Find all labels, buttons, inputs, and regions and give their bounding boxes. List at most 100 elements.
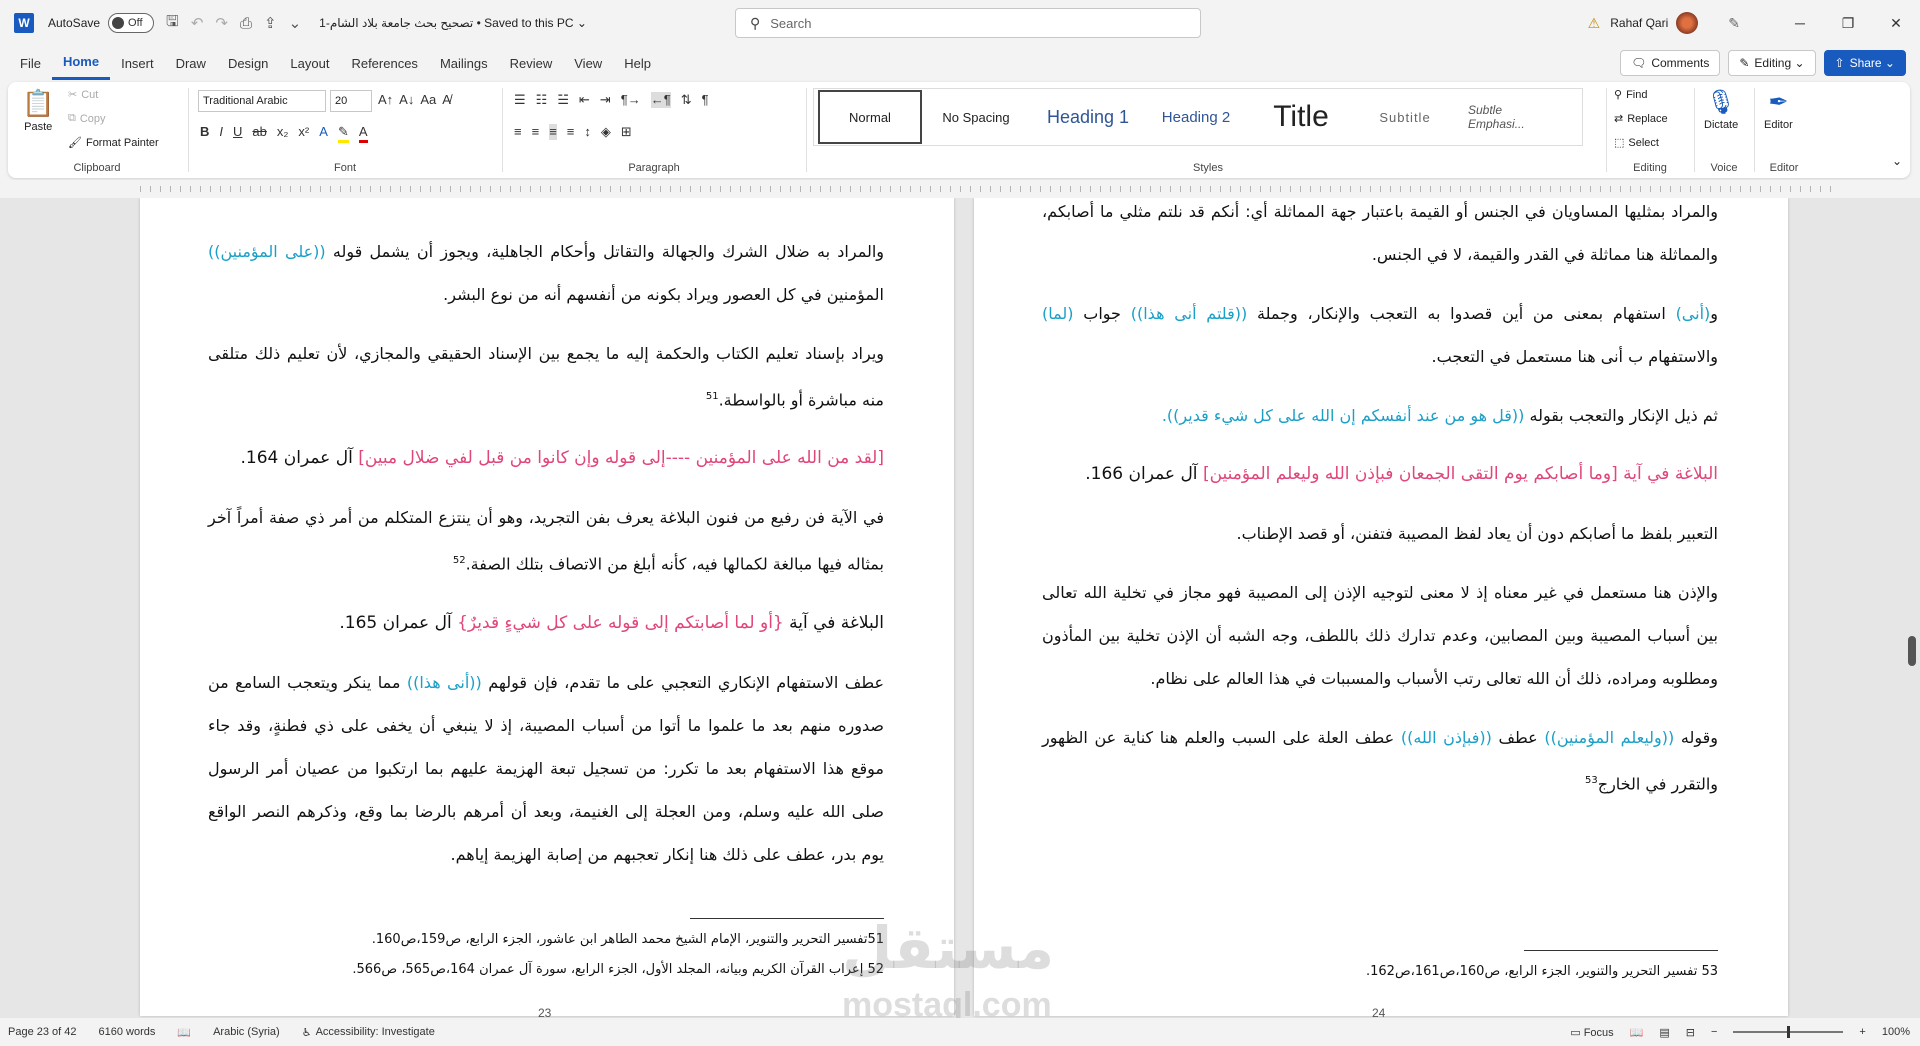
shading-icon[interactable]: ◈ [601,124,611,140]
align-right-icon[interactable]: ≡ [549,124,557,140]
find-button[interactable]: ⚲ Find [1614,88,1647,102]
zoom-out-icon[interactable]: − [1711,1026,1717,1038]
page-23-body[interactable]: والمراد به ضلال الشرك والجهالة والتقاتل … [208,230,884,892]
multilevel-list-icon[interactable]: ☱ [557,92,569,108]
page-24[interactable]: والمراد بمثليها المساويان في الجنس أو ال… [974,198,1788,1018]
accessibility-status[interactable]: Accessibility: Investigate [316,1026,435,1038]
decrease-indent-icon[interactable]: ⇤ [579,92,590,108]
vertical-scrollbar-thumb[interactable] [1908,636,1916,666]
comments-button[interactable]: 🗨 Comments [1620,50,1721,76]
font-size-select[interactable]: 20 [330,90,372,112]
footnote-ref[interactable]: 51 [706,391,719,402]
paragraph[interactable]: ثم ذيل الإنكار والتعجب بقوله ((قل هو من … [1042,394,1718,437]
web-layout-icon[interactable]: ⊟ [1686,1026,1695,1039]
page-24-body[interactable]: والمراد بمثليها المساويان في الجنس أو ال… [1042,198,1718,821]
read-mode-icon[interactable]: 📖 [1630,1026,1644,1039]
minimize-icon[interactable]: ─ [1776,15,1824,31]
numbering-icon[interactable]: ☷ [536,92,548,108]
zoom-level[interactable]: 100% [1882,1026,1910,1038]
highlight-icon[interactable]: ✎ [337,124,349,143]
page-23[interactable]: والمراد به ضلال الشرك والجهالة والتقاتل … [140,198,954,1018]
paragraph[interactable]: البلاغة في آية [وما أصابكم يوم التقى الج… [1042,453,1718,496]
save-icon[interactable]: 🖫 [166,11,179,36]
paste-button[interactable]: 📋 Paste [22,88,54,133]
tab-help[interactable]: Help [613,46,662,80]
designer-pen-icon[interactable]: ✎ [1728,15,1740,32]
document-canvas[interactable]: والمراد به ضلال الشرك والجهالة والتقاتل … [0,198,1920,1018]
close-icon[interactable]: ✕ [1872,15,1920,32]
superscript-icon[interactable]: x² [298,124,309,143]
justify-icon[interactable]: ≡ [567,124,575,140]
clear-formatting-icon[interactable]: A̸ [442,92,451,107]
print-layout-icon[interactable]: ▤ [1659,1026,1669,1039]
footnote-ref[interactable]: 52 [453,555,466,566]
paragraph[interactable]: والمراد به ضلال الشرك والجهالة والتقاتل … [208,230,884,316]
proofing-icon[interactable]: 📖 [177,1026,191,1039]
subscript-icon[interactable]: x₂ [277,124,289,143]
tab-layout[interactable]: Layout [279,46,340,80]
footnote-52[interactable]: 52 إعراب القرآن الكريم وبيانه، المجلد ال… [208,962,884,977]
warning-icon[interactable]: ⚠ [1588,15,1601,32]
tab-design[interactable]: Design [217,46,279,80]
zoom-slider[interactable] [1733,1026,1844,1038]
tab-draw[interactable]: Draw [165,46,217,80]
replace-button[interactable]: ⇄ Replace [1614,112,1668,126]
font-family-select[interactable]: Traditional Arabic [198,90,326,112]
footnote-53[interactable]: 53 تفسير التحرير والتنوير، الجزء الرابع،… [1042,964,1718,979]
autosave-toggle[interactable]: Off [108,13,155,33]
tab-review[interactable]: Review [499,46,564,80]
increase-indent-icon[interactable]: ⇥ [600,92,611,108]
bullets-icon[interactable]: ☰ [514,92,526,108]
shrink-font-icon[interactable]: A↓ [399,92,414,107]
user-name[interactable]: Rahaf Qari [1610,16,1668,30]
paragraph[interactable]: البلاغة في آية {أو لما أصابتكم إلى قوله … [208,602,884,645]
collapse-ribbon-icon[interactable]: ⌄ [1892,154,1902,168]
paragraph[interactable]: عطف الاستفهام الإنكاري التعجبي على ما تق… [208,661,884,876]
search-box[interactable]: ⚲ Search [735,8,1201,38]
line-spacing-icon[interactable]: ↕ [584,124,591,140]
tab-file[interactable]: File [9,46,52,80]
zoom-in-icon[interactable]: + [1859,1026,1865,1038]
ltr-icon[interactable]: ¶→ [621,92,641,108]
underline-icon[interactable]: U [233,124,242,143]
paragraph[interactable]: التعبير بلفظ ما أصابكم دون أن يعاد لفظ ا… [1042,512,1719,555]
dictate-button[interactable]: 🎙 Dictate [1704,88,1738,131]
export-icon[interactable]: ⇪ [264,14,277,32]
zoom-slider-thumb[interactable] [1787,1026,1791,1038]
avatar[interactable] [1676,12,1699,34]
paragraph[interactable]: وقوله ((وليعلم المؤمنين)) عطف ((فبإذن ال… [1042,716,1718,805]
share-button[interactable]: ⇧ Share ⌄ [1823,50,1906,76]
undo-icon[interactable]: ↶ [191,14,204,32]
redo-icon[interactable]: ↷ [215,14,228,32]
word-count[interactable]: 6160 words [99,1026,156,1038]
align-left-icon[interactable]: ≡ [514,124,522,140]
grow-font-icon[interactable]: A↑ [378,92,393,107]
footnote-ref[interactable]: 53 [1585,775,1598,786]
tab-home[interactable]: Home [51,46,111,80]
paragraph[interactable]: في الآية فن رفيع من فنون البلاغة يعرف بف… [208,496,884,585]
bold-icon[interactable]: B [200,124,209,143]
sort-icon[interactable]: ⇅ [681,92,692,108]
borders-icon[interactable]: ⊞ [621,124,632,140]
paragraph[interactable]: ويراد بإسناد تعليم الكتاب والحكمة إليه م… [208,332,884,421]
editor-button[interactable]: ✒ Editor [1764,88,1793,131]
page-count[interactable]: Page 23 of 42 [8,1026,77,1038]
language[interactable]: Arabic (Syria) [213,1026,280,1038]
customize-toolbar-icon[interactable]: ⌄ [289,14,302,32]
paragraph[interactable]: و(أنى) استفهام بمعنى من أين قصدوا به الت… [1042,292,1718,378]
rtl-icon[interactable]: ←¶ [650,92,671,108]
document-title[interactable]: تصحيح بحث جامعة بلاد الشام-1 • Saved to … [319,16,587,30]
align-center-icon[interactable]: ≡ [532,124,540,140]
footnote-51[interactable]: 51تفسير التحرير والتنوير، الإمام الشيخ م… [208,932,884,947]
editing-mode-button[interactable]: ✎ Editing ⌄ [1728,50,1816,76]
select-button[interactable]: ⬚ Select [1614,136,1659,150]
horizontal-ruler[interactable] [0,180,1920,198]
text-effects-icon[interactable]: A [319,124,328,143]
tab-mailings[interactable]: Mailings [429,46,499,80]
change-case-icon[interactable]: Aa [420,92,436,107]
paragraph[interactable]: [لقد من الله على المؤمنين ----إلى قوله و… [208,437,885,480]
tab-view[interactable]: View [563,46,613,80]
copy-button[interactable]: ⧉ Copy [68,112,106,125]
restore-icon[interactable]: ❐ [1824,15,1872,32]
focus-button[interactable]: ▭ Focus [1570,1026,1613,1039]
